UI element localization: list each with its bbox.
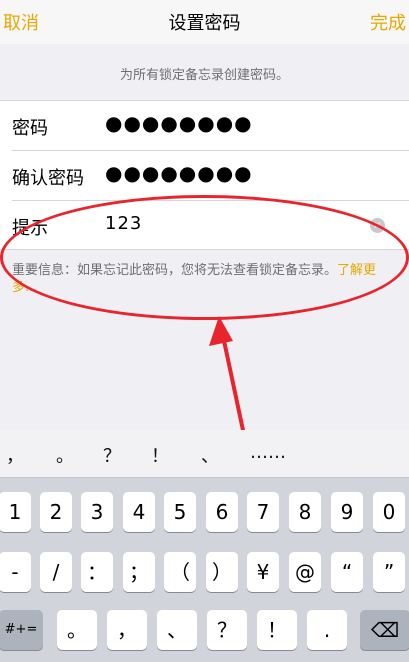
key-6[interactable]: 6 [206,492,238,532]
key-5[interactable]: 5 [164,492,196,532]
candidate-item[interactable]: ？ [103,442,121,468]
key-hyphen[interactable]: - [0,552,31,592]
key-left-paren[interactable]: （ [164,552,196,592]
key-1[interactable]: 1 [0,492,31,532]
key-more-symbols[interactable]: #+= [0,610,43,650]
candidate-item[interactable]: 、 [201,442,219,468]
candidate-bar: ， 。 ？ ！ 、 …… [0,430,409,478]
done-button[interactable]: 完成 [370,9,406,35]
key-dot[interactable]: . [307,610,347,650]
candidate-item[interactable]: ， [6,442,24,468]
key-right-paren[interactable]: ） [206,552,238,592]
keyboard: ， 。 ？ ！ 、 …… 1 2 3 4 5 6 7 8 9 0 - / ： ；… [0,430,409,662]
key-at[interactable]: @ [289,552,321,592]
hint-label: 提示 [12,218,48,239]
key-enumeration-comma[interactable]: 、 [157,610,197,650]
password-row[interactable]: 密码 ●●●●●●●● [0,101,409,151]
candidate-item[interactable]: 。 [56,442,74,468]
key-8[interactable]: 8 [289,492,321,532]
password-label: 密码 [12,118,48,139]
key-right-quote[interactable]: ” [373,552,405,592]
hint-row[interactable]: 提示 123 × [0,201,409,251]
password-form: 密码 ●●●●●●●● 确认密码 ●●●●●●●● 提示 123 × [0,100,409,250]
key-question[interactable]: ？ [207,610,247,650]
confirm-password-field[interactable]: ●●●●●●●● [105,161,253,185]
key-slash[interactable]: / [40,552,72,592]
candidate-item[interactable]: ！ [151,442,169,468]
candidate-item[interactable]: …… [250,442,286,463]
confirm-password-label: 确认密码 [12,168,84,189]
key-colon[interactable]: ： [81,552,113,592]
key-yen[interactable]: ¥ [247,552,279,592]
key-9[interactable]: 9 [331,492,363,532]
key-semicolon[interactable]: ； [123,552,155,592]
section-description: 为所有锁定备忘录创建密码。 [119,68,289,83]
key-exclamation[interactable]: ！ [257,610,297,650]
key-period[interactable]: 。 [57,610,97,650]
delete-icon[interactable]: ⌫ [360,610,409,650]
key-3[interactable]: 3 [81,492,113,532]
key-left-quote[interactable]: “ [331,552,363,592]
key-4[interactable]: 4 [123,492,155,532]
page-title: 设置密码 [168,13,241,34]
key-comma[interactable]: ， [107,610,147,650]
password-field[interactable]: ●●●●●●●● [105,111,253,135]
key-0[interactable]: 0 [373,492,405,532]
hint-field[interactable]: 123 [105,213,142,234]
clear-icon[interactable]: × [370,218,385,233]
key-7[interactable]: 7 [247,492,279,532]
note-text: 重要信息：如果忘记此密码，您将无法查看锁定备忘录。 [12,263,338,278]
navigation-bar: 取消 设置密码 完成 [0,0,409,44]
confirm-password-row[interactable]: 确认密码 ●●●●●●●● [0,151,409,201]
key-2[interactable]: 2 [40,492,72,532]
important-note: 重要信息：如果忘记此密码，您将无法查看锁定备忘录。了解更多... [12,262,397,296]
